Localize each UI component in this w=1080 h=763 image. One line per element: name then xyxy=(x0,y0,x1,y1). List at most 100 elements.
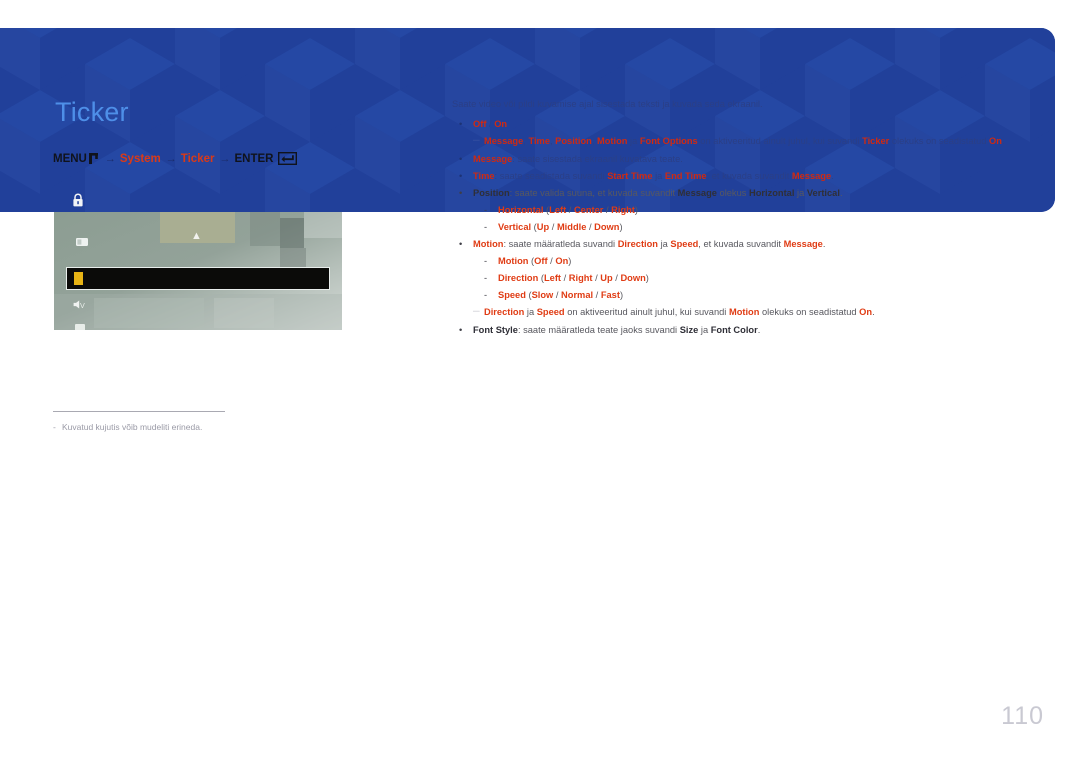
keyword-text: Message xyxy=(484,136,524,147)
plain-text: : saate valida suuna, et kuvada suvandit xyxy=(509,188,678,199)
keyword-text: End Time xyxy=(664,171,707,182)
content-item-direction: - Direction (Left / Right / Up / Down) xyxy=(452,272,1052,286)
content-item-motion: • Motion: saate määratleda suvandi Direct… xyxy=(452,238,1052,252)
bullet-marker: • xyxy=(459,171,463,182)
ticker-osd-screenshot: ▲ V xyxy=(54,212,342,330)
keyword-text: Slow xyxy=(531,289,554,300)
keyword-text: Position xyxy=(555,136,592,147)
plain-text: : saate sisestada ekraanil kuvatava teat… xyxy=(512,154,683,165)
dash-marker: - xyxy=(484,205,488,216)
network-icon xyxy=(75,324,85,330)
content-item-horizontal: - Horizontal (Left / Center / Right) xyxy=(452,204,1052,218)
keyword-text: Motion xyxy=(597,136,628,147)
footnote-dash-marker: - xyxy=(53,422,56,432)
keyword-text: Message xyxy=(791,171,832,182)
enter-label: ENTER xyxy=(234,152,274,165)
content-item-text: Motion: saate määratleda suvandi Directi… xyxy=(473,238,1052,252)
keyword-text: Up xyxy=(536,222,550,233)
content-item-text: Message: saate sisestada ekraanil kuvata… xyxy=(473,153,1052,167)
keyword-text: Speed xyxy=(536,306,565,317)
plain-text: ja xyxy=(524,306,537,317)
keyword-text: Time xyxy=(473,171,495,182)
footnote-divider xyxy=(53,411,225,412)
keyword-text: On xyxy=(494,119,508,130)
keyword-text: Message xyxy=(783,239,823,250)
keyword-text: Fast xyxy=(600,289,620,300)
keyword-text: Motion xyxy=(728,306,760,317)
plain-text: ) xyxy=(568,255,572,266)
content-column: Saate video või pildi kuvamise ajal sise… xyxy=(452,98,1052,341)
dash-marker: - xyxy=(484,222,488,233)
content-item-vertical: - Vertical (Up / Middle / Down) xyxy=(452,221,1052,235)
content-item-text: Time: saate seadistada suvandi Start Tim… xyxy=(473,170,1052,184)
plain-text: olekuks on seadistatud xyxy=(759,306,860,317)
keyword-text: Size xyxy=(679,324,699,335)
keyword-text: Right xyxy=(611,205,635,216)
menu-path-breadcrumb: MENU → System → Ticker → ENTER xyxy=(53,151,298,166)
keyword-text: Time xyxy=(528,136,550,147)
path-arrow-2: → xyxy=(165,152,177,165)
plain-text: ) xyxy=(645,272,649,283)
dash-marker: - xyxy=(484,272,488,283)
keyword-text: Motion xyxy=(498,255,529,266)
content-item-text: Horizontal (Left / Center / Right) xyxy=(498,204,1052,218)
keyword-text: Direction xyxy=(498,272,539,283)
plain-text: . xyxy=(839,188,843,199)
keyword-text: Right xyxy=(568,272,593,283)
note-marker: ─ xyxy=(473,135,480,146)
page-number: 110 xyxy=(1001,702,1044,730)
content-item-text: Position: saate valida suuna, et kuvada … xyxy=(473,187,1052,201)
plain-text: , et kuvada suvandit xyxy=(698,239,784,250)
keyword-text: Off xyxy=(473,119,487,130)
plain-text: ) xyxy=(619,222,623,233)
content-item-off-on: • Off / On xyxy=(452,118,1052,132)
keyword-text: Speed xyxy=(670,239,699,250)
chevron-up-icon: ▲ xyxy=(191,230,202,242)
note-marker: ─ xyxy=(473,305,480,316)
sound-icon: V xyxy=(73,300,85,310)
path-arrow-3: → xyxy=(219,152,230,165)
plain-text: . xyxy=(757,324,761,335)
plain-text: on aktiveeritud ainult juhul, kui suvand… xyxy=(697,136,863,147)
content-item-position: • Position: saate valida suuna, et kuvada… xyxy=(452,187,1052,201)
keyword-text: Message xyxy=(677,188,717,199)
keyword-text: Position xyxy=(473,188,510,199)
content-item-text: Off / On xyxy=(473,118,1052,132)
keyword-text: Center xyxy=(573,205,604,216)
keyword-text: Message xyxy=(473,154,513,165)
plain-text: ja xyxy=(652,171,665,182)
dash-marker: - xyxy=(484,255,488,266)
footnote-text: Kuvatud kujutis võib mudeliti erineda. xyxy=(62,422,203,432)
keyword-text: Font Color xyxy=(710,324,758,335)
osd-highlighted-row[interactable] xyxy=(66,267,330,290)
plain-text: / xyxy=(603,205,612,216)
plain-text: olekus xyxy=(716,188,749,199)
ticker-menu-item-icon xyxy=(74,272,83,285)
content-item-text: Message, Time, Position, Motion ja Font … xyxy=(484,135,1052,149)
content-item-text: Direction ja Speed on aktiveeritud ainul… xyxy=(484,306,1052,320)
bullet-marker: • xyxy=(459,324,463,335)
plain-text: , et kuvada suvandit xyxy=(706,171,792,182)
path-arrow-1: → xyxy=(104,152,116,165)
keyword-text: Vertical xyxy=(498,222,532,233)
keyword-text: Left xyxy=(543,272,562,283)
plain-text: olekuks on seadistatud xyxy=(889,136,990,147)
content-item-message: • Message: saate sisestada ekraanil kuvat… xyxy=(452,153,1052,167)
content-item-note-motion-on: ─ Direction ja Speed on aktiveeritud ainu… xyxy=(452,306,1052,320)
keyword-text: Middle xyxy=(556,222,587,233)
plain-text: / xyxy=(586,222,595,233)
menu-path-step-ticker: Ticker xyxy=(180,152,215,165)
bullet-marker: • xyxy=(459,188,463,199)
bullet-list: • Off / On ─ Message, Time, Position, Motio… xyxy=(452,118,1052,337)
menu-label: MENU xyxy=(53,152,87,165)
keyword-text: Vertical xyxy=(806,188,840,199)
content-item-text: Font Style: saate määratleda teate jaoks… xyxy=(473,324,1052,338)
plain-text: : saate seadistada suvandi xyxy=(494,171,608,182)
svg-text:V: V xyxy=(80,301,85,310)
content-item-motion-sub: - Motion (Off / On) xyxy=(452,255,1052,269)
plain-text: / xyxy=(561,272,569,283)
content-item-note-ticker-on: ─ Message, Time, Position, Motion ja Font… xyxy=(452,135,1052,149)
keyword-text: Ticker xyxy=(862,136,890,147)
keyword-text: Up xyxy=(600,272,613,283)
keyword-text: On xyxy=(859,306,873,317)
